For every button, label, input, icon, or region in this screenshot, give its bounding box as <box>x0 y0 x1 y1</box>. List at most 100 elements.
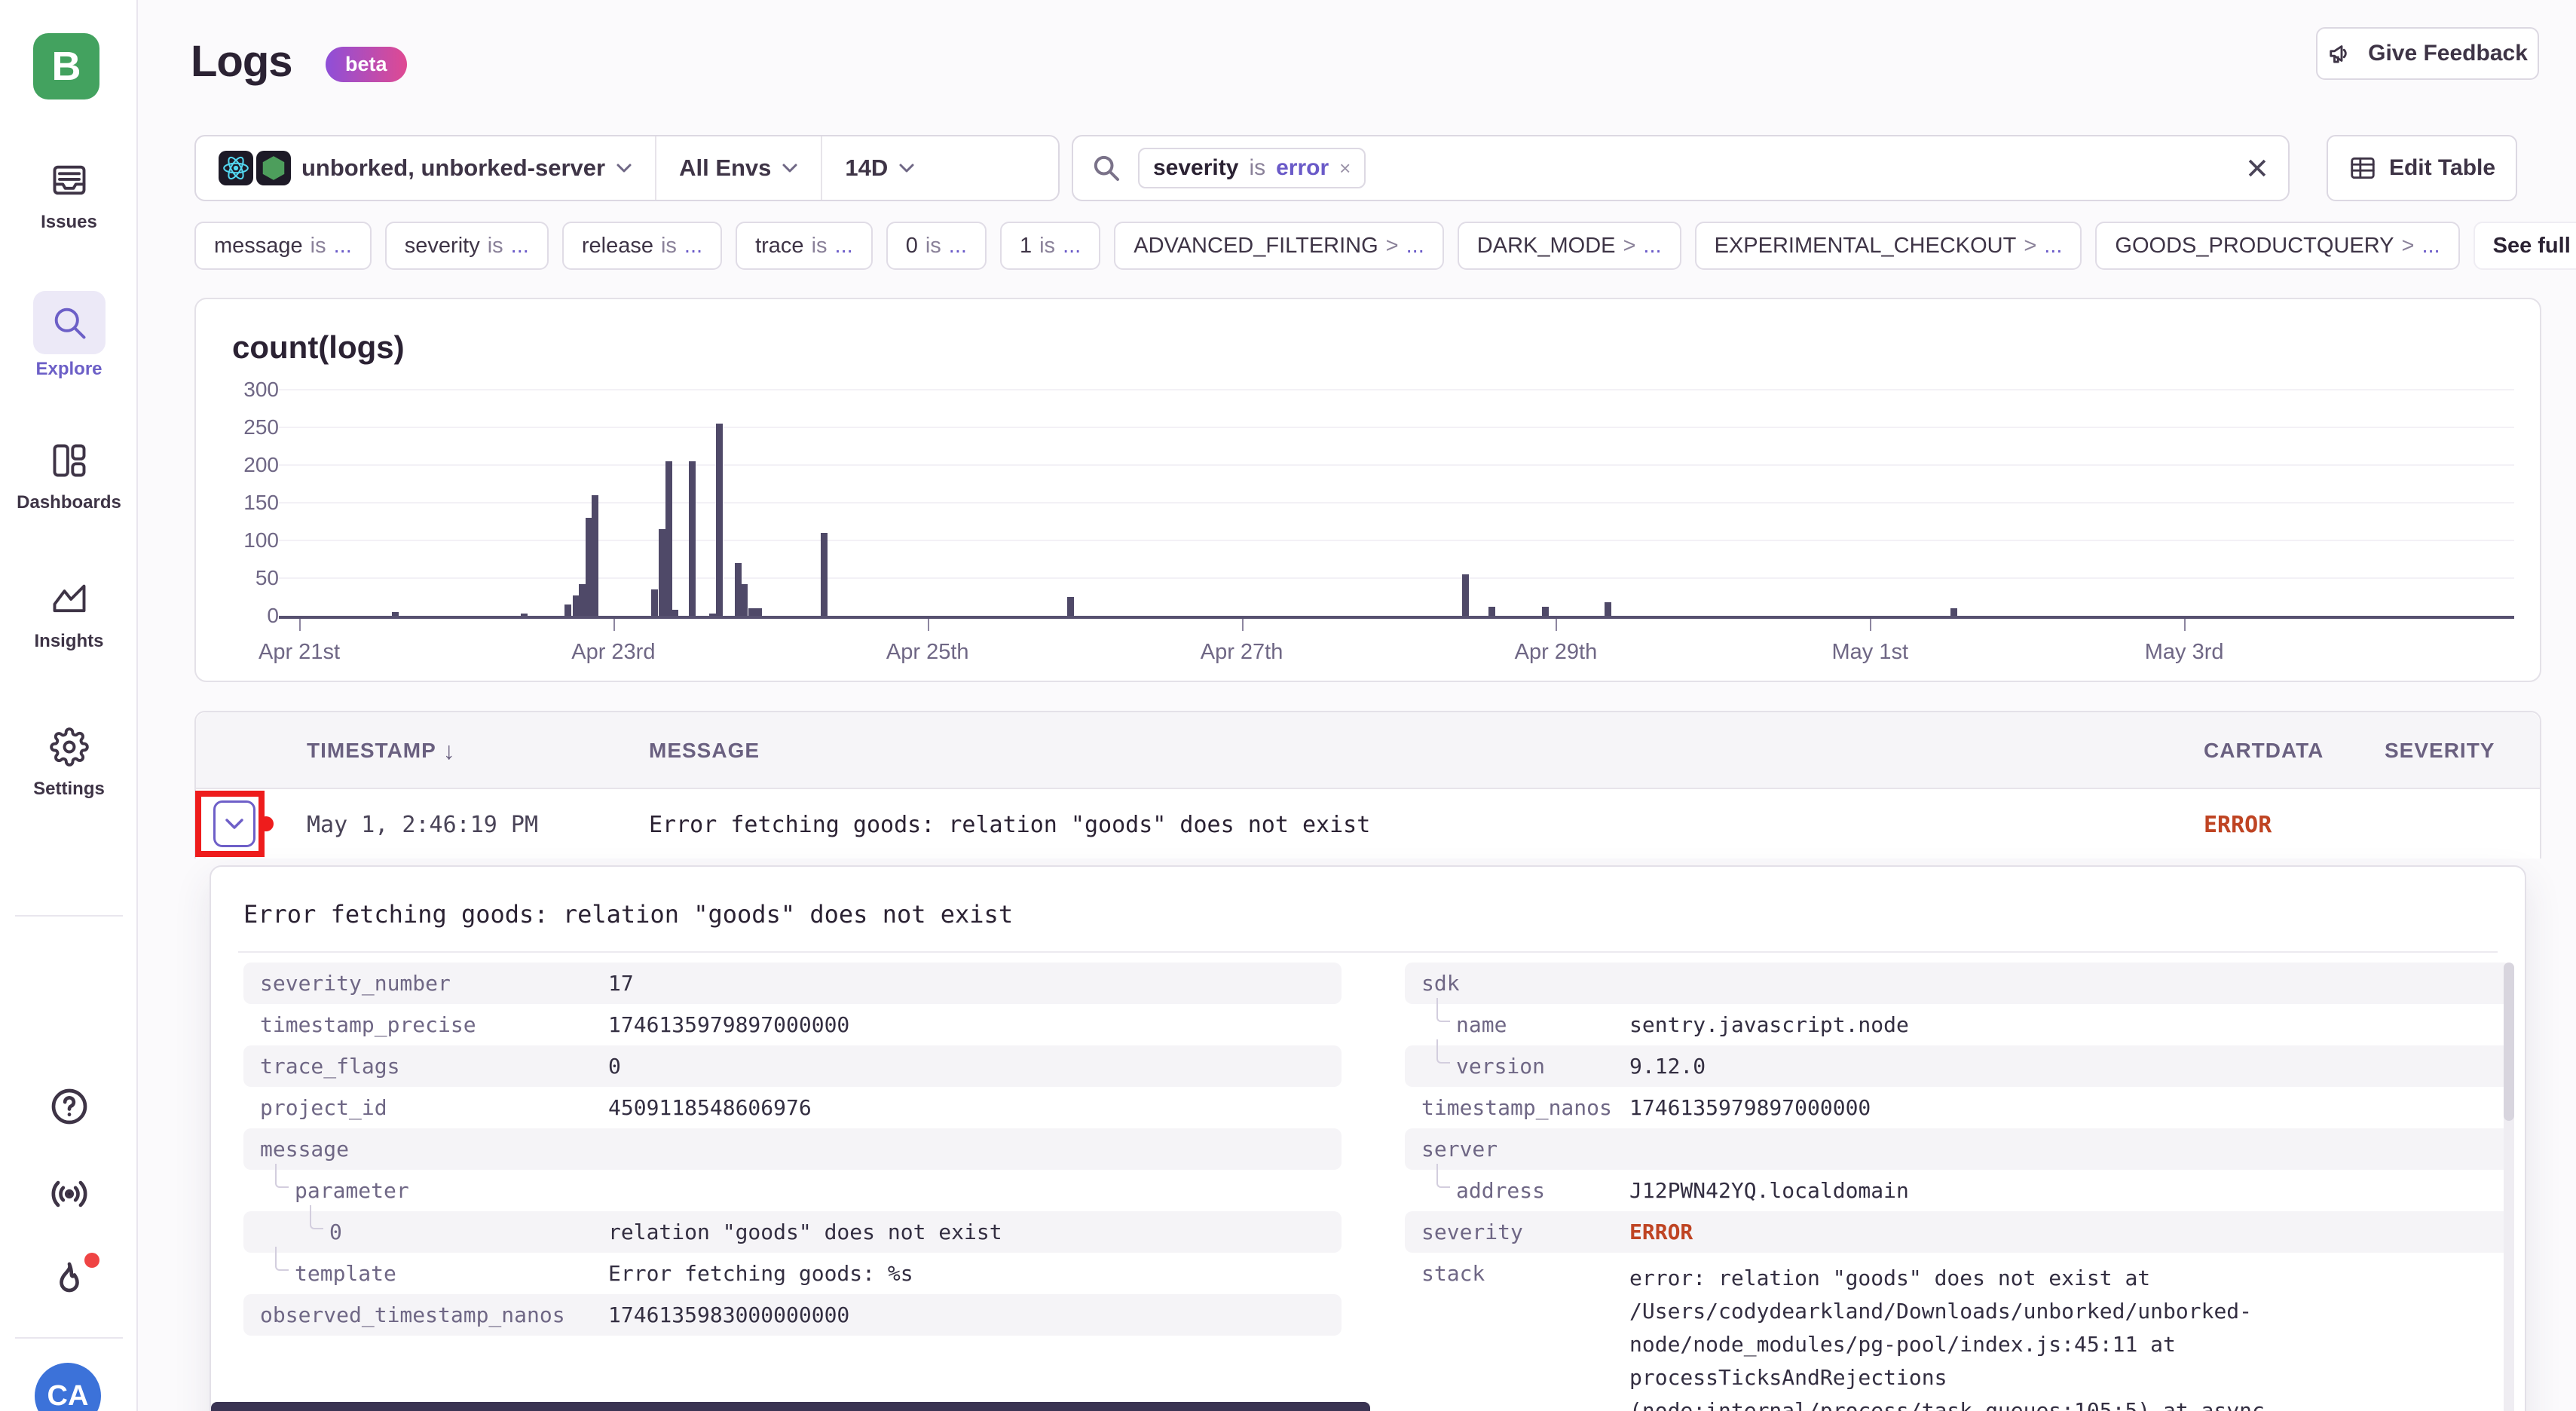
attribute-key: observed_timestamp_nanos <box>260 1294 565 1336</box>
sidebar-item-explore[interactable]: Explore <box>0 291 138 380</box>
attribute-row-timestamp_precise[interactable]: timestamp_precise1746135979897000000 <box>243 1004 1342 1045</box>
sidebar-whats-new-button[interactable] <box>0 1259 138 1301</box>
attribute-row-address[interactable]: addressJ12PWN42YQ.localdomain <box>1405 1170 2511 1211</box>
column-header-cartdata[interactable]: CARTDATA <box>2204 712 2324 789</box>
quick-filter-chip-0[interactable]: 0is... <box>886 222 987 270</box>
chart-bar <box>521 614 528 616</box>
chip-name: 1 <box>1020 234 1032 259</box>
environment-selector[interactable]: All Envs <box>655 136 821 200</box>
column-header-severity[interactable]: SEVERITY <box>2385 712 2495 789</box>
give-feedback-button[interactable]: Give Feedback <box>2316 27 2539 80</box>
column-header-message[interactable]: MESSAGE <box>649 712 760 789</box>
tree-connector <box>275 1247 289 1271</box>
attribute-key: name <box>1456 1004 1507 1045</box>
attribute-row-version[interactable]: version9.12.0 <box>1405 1045 2511 1087</box>
attribute-key: server <box>1421 1128 1498 1170</box>
attribute-row-project_id[interactable]: project_id4509118548606976 <box>243 1087 1342 1128</box>
chart-bar <box>392 612 399 616</box>
quick-filter-chip-advanced_filtering[interactable]: ADVANCED_FILTERING>... <box>1114 222 1444 270</box>
attribute-row-message[interactable]: message <box>243 1128 1342 1170</box>
chip-operator: is <box>311 234 326 259</box>
attribute-row-name[interactable]: namesentry.javascript.node <box>1405 1004 2511 1045</box>
sidebar-item-dashboards[interactable]: Dashboards <box>0 433 138 513</box>
x-axis-tick-label: Apr 27th <box>1201 640 1283 665</box>
chart-gridline <box>279 464 2514 466</box>
attribute-value: 17 <box>608 963 1324 1004</box>
attribute-value: error: relation "goods" does not exist a… <box>1629 1253 2458 1411</box>
chip-operator: is <box>1039 234 1055 259</box>
sidebar-item-issues[interactable]: Issues <box>0 153 138 233</box>
chart-bar <box>1950 608 1957 616</box>
notification-dot <box>84 1253 99 1268</box>
chevron-down-icon <box>782 163 798 173</box>
chip-name: 0 <box>906 234 918 259</box>
tree-connector <box>1436 1164 1450 1188</box>
chip-value: ... <box>334 234 352 259</box>
date-range-selector[interactable]: 14D <box>821 136 938 200</box>
quick-filter-chip-trace[interactable]: traceis... <box>736 222 873 270</box>
sidebar-broadcast-button[interactable] <box>0 1173 138 1215</box>
column-header-timestamp[interactable]: TIMESTAMP ↓ <box>307 712 456 789</box>
chart-gridline <box>279 427 2514 428</box>
search-input[interactable]: severity is error × <box>1072 135 2290 201</box>
logs-table-header: TIMESTAMP ↓ MESSAGE CARTDATA SEVERITY <box>196 712 2540 789</box>
chip-value: ... <box>949 234 967 259</box>
chip-value: ... <box>1063 234 1081 259</box>
chip-operator: > <box>2024 234 2036 259</box>
clear-search-icon[interactable] <box>2244 155 2270 181</box>
attribute-row-severity_number[interactable]: severity_number17 <box>243 963 1342 1004</box>
attribute-key: timestamp_precise <box>260 1004 476 1045</box>
search-filter-token[interactable]: severity is error × <box>1138 148 1366 188</box>
chip-operator: > <box>2402 234 2415 259</box>
sidebar-item-settings[interactable]: Settings <box>0 720 138 800</box>
attribute-row-timestamp_nanos[interactable]: timestamp_nanos1746135979897000000 <box>1405 1087 2511 1128</box>
help-icon <box>48 1085 90 1128</box>
logs-table: TIMESTAMP ↓ MESSAGE CARTDATA SEVERITY Ma… <box>194 711 2541 859</box>
attribute-row-stack[interactable]: stackerror: relation "goods" does not ex… <box>1405 1253 2511 1411</box>
quick-filter-chip-goods_productquery[interactable]: GOODS_PRODUCTQUERY>... <box>2095 222 2459 270</box>
chart-bar <box>672 610 678 616</box>
sort-descending-icon: ↓ <box>443 737 456 765</box>
attribute-row-0[interactable]: 0relation "goods" does not exist <box>243 1211 1342 1253</box>
sidebar-help-button[interactable] <box>0 1085 138 1128</box>
edit-table-button[interactable]: Edit Table <box>2327 135 2517 201</box>
chip-name: trace <box>755 234 803 259</box>
quick-filter-chip-1[interactable]: 1 is... <box>1000 222 1100 270</box>
token-remove-icon[interactable]: × <box>1339 157 1351 180</box>
quick-filter-chip-dark_mode[interactable]: DARK_MODE>... <box>1458 222 1681 270</box>
quick-filter-chip-severity[interactable]: severityis... <box>385 222 549 270</box>
broadcast-icon <box>48 1173 90 1215</box>
detail-scrollbar-thumb[interactable] <box>2504 963 2514 1121</box>
chart-bar <box>1488 607 1495 616</box>
attribute-row-parameter[interactable]: parameter <box>243 1170 1342 1211</box>
chevron-down-icon <box>898 163 915 173</box>
attribute-key: version <box>1456 1045 1545 1087</box>
sidebar-item-insights[interactable]: Insights <box>0 572 138 652</box>
see-full-list-button[interactable]: See full list <box>2474 222 2576 270</box>
attribute-row-server[interactable]: server <box>1405 1128 2511 1170</box>
project-selector[interactable]: unborked, unborked-server <box>196 136 655 200</box>
quick-filter-chip-release[interactable]: releaseis... <box>562 222 722 270</box>
table-icon <box>2348 154 2377 182</box>
x-axis-tick <box>2184 619 2186 631</box>
avatar[interactable]: CA <box>35 1363 101 1411</box>
attribute-row-severity[interactable]: severityERROR <box>1405 1211 2511 1253</box>
tree-connector <box>275 1164 289 1188</box>
attribute-row-trace_flags[interactable]: trace_flags0 <box>243 1045 1342 1087</box>
log-table-row[interactable]: May 1, 2:46:19 PM Error fetching goods: … <box>196 791 2540 859</box>
attribute-row-observed_timestamp_nanos[interactable]: observed_timestamp_nanos1746135983000000… <box>243 1294 1342 1336</box>
chart-bar <box>564 604 571 616</box>
attribute-row-template[interactable]: templateError fetching goods: %s <box>243 1253 1342 1294</box>
org-logo[interactable]: B <box>33 33 99 99</box>
sidebar-footer-divider <box>15 1337 123 1339</box>
detail-title: Error fetching goods: relation "goods" d… <box>243 900 1013 929</box>
chart-gridline <box>279 389 2514 390</box>
quick-filter-chip-message[interactable]: messageis... <box>194 222 372 270</box>
dashboards-icon <box>42 433 96 488</box>
quick-filter-chip-experimental_checkout[interactable]: EXPERIMENTAL_CHECKOUT>... <box>1695 222 2082 270</box>
edit-table-label: Edit Table <box>2389 155 2495 181</box>
attribute-value: J12PWN42YQ.localdomain <box>1629 1170 2458 1211</box>
chip-value: ... <box>511 234 529 259</box>
chart-bar <box>665 461 672 616</box>
attribute-row-sdk[interactable]: sdk <box>1405 963 2511 1004</box>
